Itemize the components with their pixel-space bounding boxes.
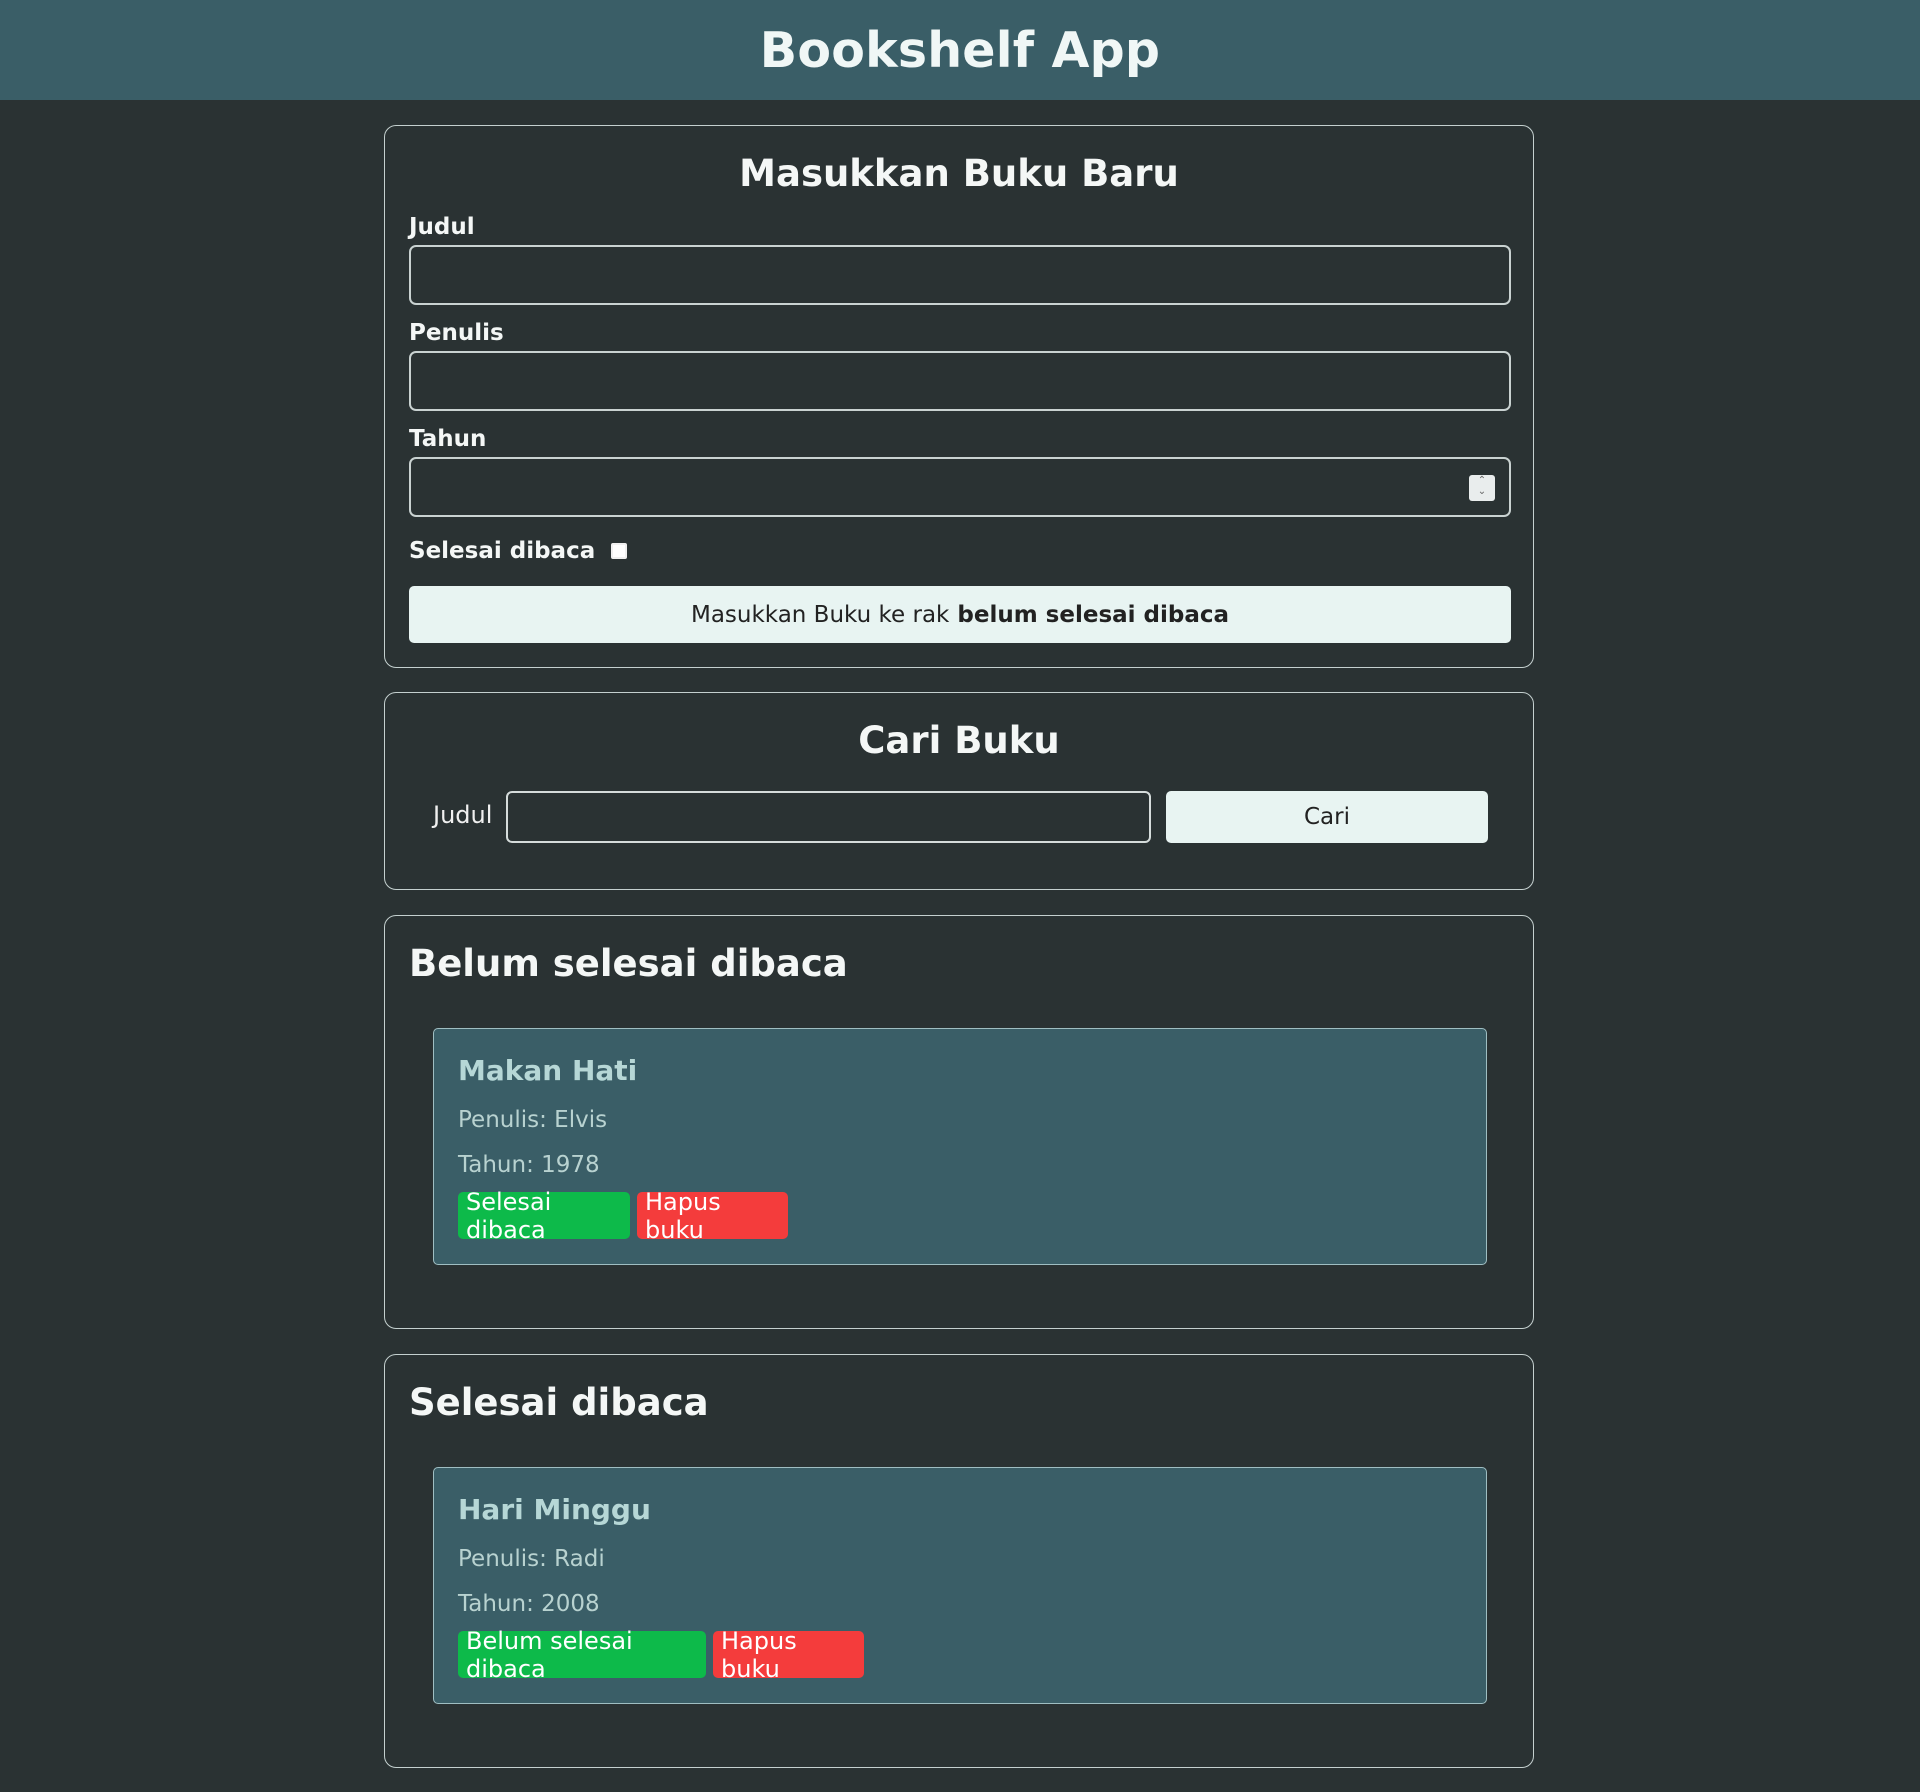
number-spinner-icon[interactable]: ⌃ ⌄ bbox=[1469, 475, 1495, 501]
submit-button-prefix: Masukkan Buku ke rak bbox=[690, 601, 950, 628]
book-author: Penulis: Radi bbox=[458, 1546, 605, 1572]
book-actions: Belum selesai dibaca Hapus buku bbox=[458, 1627, 864, 1683]
read-shelf-title: Selesai dibaca bbox=[409, 1381, 709, 1424]
mark-complete-button[interactable]: Selesai dibaca bbox=[458, 1188, 630, 1244]
title-input[interactable] bbox=[409, 245, 1511, 305]
author-label: Penulis bbox=[409, 320, 504, 346]
book-title: Makan Hati bbox=[458, 1054, 638, 1087]
mark-incomplete-button[interactable]: Belum selesai dibaca bbox=[458, 1627, 706, 1683]
app-title: Bookshelf App bbox=[759, 21, 1161, 79]
submit-button-shelf-name: belum selesai dibaca bbox=[957, 601, 1230, 628]
year-input[interactable]: ⌃ ⌄ bbox=[409, 457, 1511, 517]
search-book-section: Cari Buku Judul Cari bbox=[384, 692, 1534, 890]
complete-checkbox-row: Selesai dibaca bbox=[409, 538, 628, 564]
search-button[interactable]: Cari bbox=[1166, 791, 1488, 843]
read-shelf-section: Selesai dibaca Hari Minggu Penulis: Radi… bbox=[384, 1354, 1534, 1768]
input-book-section: Masukkan Buku Baru Judul Penulis Tahun ⌃… bbox=[384, 125, 1534, 668]
year-label: Tahun bbox=[409, 426, 487, 452]
book-author: Penulis: Elvis bbox=[458, 1107, 608, 1133]
complete-checkbox[interactable] bbox=[611, 543, 628, 559]
book-title: Hari Minggu bbox=[458, 1493, 651, 1526]
app-header: Bookshelf App bbox=[0, 0, 1920, 100]
author-input[interactable] bbox=[409, 351, 1511, 411]
input-section-title: Masukkan Buku Baru bbox=[739, 152, 1179, 195]
book-actions: Selesai dibaca Hapus buku bbox=[458, 1188, 788, 1244]
search-input[interactable] bbox=[506, 791, 1151, 843]
search-label: Judul bbox=[433, 801, 493, 829]
book-year: Tahun: 2008 bbox=[458, 1591, 600, 1617]
unread-shelf-title: Belum selesai dibaca bbox=[409, 942, 848, 985]
unread-shelf-section: Belum selesai dibaca Makan Hati Penulis:… bbox=[384, 915, 1534, 1329]
book-item: Hari Minggu Penulis: Radi Tahun: 2008 Be… bbox=[433, 1467, 1487, 1704]
delete-book-button[interactable]: Hapus buku bbox=[713, 1627, 864, 1683]
book-year: Tahun: 1978 bbox=[458, 1152, 600, 1178]
complete-checkbox-label: Selesai dibaca bbox=[409, 538, 596, 564]
delete-book-button[interactable]: Hapus buku bbox=[637, 1188, 788, 1244]
search-section-title: Cari Buku bbox=[858, 719, 1060, 762]
title-label: Judul bbox=[409, 214, 475, 240]
submit-book-button[interactable]: Masukkan Buku ke rak belum selesai dibac… bbox=[409, 586, 1511, 643]
book-item: Makan Hati Penulis: Elvis Tahun: 1978 Se… bbox=[433, 1028, 1487, 1265]
